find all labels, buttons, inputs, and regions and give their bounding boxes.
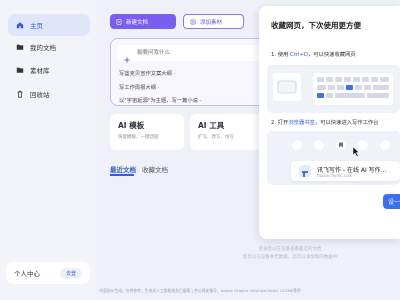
sidebar-item-materials[interactable]: 素材库 bbox=[8, 59, 90, 81]
folder-icon bbox=[16, 66, 24, 74]
card-subtitle: 快套模板，一键话题 bbox=[118, 135, 159, 140]
card-subtitle: 扩写、改写、仿写 bbox=[198, 135, 234, 140]
step-text: ，可以快速进入写作工作台 bbox=[314, 120, 379, 126]
new-doc-button[interactable]: 新建文档 bbox=[110, 14, 176, 29]
step-number: 1. bbox=[271, 52, 277, 58]
step-number: 2. bbox=[271, 120, 277, 126]
add-material-icon bbox=[190, 19, 196, 25]
sidebar-item-label: 素材库 bbox=[30, 67, 50, 75]
tab-recent-docs[interactable]: 最近文档 bbox=[110, 164, 136, 174]
bookmark-url: huixie.iflyrec.com bbox=[317, 173, 353, 178]
user-center[interactable]: 个人中心 去登 bbox=[6, 262, 90, 284]
prompt-suggestion[interactable]: 写工作周报大纲 · bbox=[119, 83, 159, 91]
add-material-label: 添加素材 bbox=[200, 19, 223, 26]
confirm-button[interactable]: 设一设 bbox=[383, 194, 400, 209]
active-tab-indicator bbox=[110, 174, 134, 176]
card-title: AI 工具 bbox=[198, 121, 225, 130]
empty-line: 您可以在设备并无数据，您可以添加到的数据中 bbox=[242, 255, 338, 260]
popup-step-2: 2. 打开浏览器书签，可以快速进入写作工作台 bbox=[271, 118, 378, 126]
keyboard-illustration bbox=[267, 65, 400, 113]
trash-icon bbox=[16, 90, 24, 98]
bookmark-illustration: 讯飞写作 - 在线 AI 写作... huixie.iflyrec.com bbox=[267, 131, 400, 185]
step-text: 打开 bbox=[277, 120, 289, 126]
home-icon bbox=[16, 21, 24, 29]
shortcut-keys: Ctrl+D bbox=[290, 52, 308, 58]
sparkle-icon bbox=[123, 49, 131, 64]
bookmark-tip-popup: 收藏网页，下次使用更方便 1. 使用 Ctrl+D，可以快速收藏网页 2. 打开… bbox=[259, 6, 400, 239]
empty-state-text: 登录后以在设备查看最近的文档 您可以在设备并无数据，您可以添加到的数据中 bbox=[190, 246, 390, 260]
bookmark-card[interactable]: 讯飞写作 - 在线 AI 写作... huixie.iflyrec.com bbox=[291, 161, 400, 181]
login-button[interactable]: 去登 bbox=[59, 268, 82, 279]
ai-prompt-box: 写篮克贝宣作文案大纲 · 写工作周报大纲 · 以"宇宙起源"为主题，写一篇小说 … bbox=[110, 38, 274, 106]
new-doc-label: 新建文档 bbox=[126, 19, 149, 26]
step-text: 使用 bbox=[277, 52, 291, 58]
ai-template-card[interactable]: AI 模板 快套模板，一键话题 bbox=[110, 114, 184, 150]
add-material-button[interactable]: 添加素材 bbox=[183, 14, 244, 29]
sidebar-item-label: 主页 bbox=[30, 22, 43, 30]
ai-prompt-input[interactable] bbox=[117, 45, 267, 61]
card-title: AI 模板 bbox=[118, 121, 145, 130]
folder-icon bbox=[16, 43, 24, 51]
sidebar-item-home[interactable]: 主页 bbox=[8, 14, 90, 36]
empty-line: 登录后以在设备查看最近的文档 bbox=[258, 247, 322, 252]
ai-tools-card[interactable]: AI 工具 扩写、改写、仿写 bbox=[190, 114, 264, 150]
iflyrec-logo bbox=[299, 165, 311, 177]
popup-title: 收藏网页，下次使用更方便 bbox=[271, 21, 361, 30]
new-doc-icon bbox=[116, 18, 122, 25]
sidebar-item-my-docs[interactable]: 我的文档 bbox=[8, 36, 90, 58]
user-center-label: 个人中心 bbox=[14, 270, 40, 278]
tab-favorite-docs[interactable]: 收藏文档 bbox=[142, 164, 168, 174]
prompt-suggestion[interactable]: 写篮克贝宣作文案大纲 · bbox=[119, 69, 175, 77]
sidebar-item-label: 我的文档 bbox=[30, 44, 56, 52]
step-text: ，可以快速收藏网页 bbox=[307, 52, 356, 58]
sidebar: 主页 我的文档 素材库 回收站 个人中心 去登 bbox=[0, 0, 96, 300]
sidebar-item-label: 回收站 bbox=[30, 91, 50, 99]
prompt-suggestion[interactable]: 以"宇宙起源"为主题，写一篇小说 · bbox=[119, 96, 201, 104]
bookmarks-link[interactable]: 浏览器书签 bbox=[288, 120, 315, 126]
footer-disclaimer: 内容由AI生成，仅供参考，生成式人工智能服务已备案 | 京公网安备号，Isida… bbox=[99, 288, 301, 293]
popup-step-1: 1. 使用 Ctrl+D，可以快速收藏网页 bbox=[271, 50, 356, 58]
sidebar-item-trash[interactable]: 回收站 bbox=[8, 83, 90, 105]
